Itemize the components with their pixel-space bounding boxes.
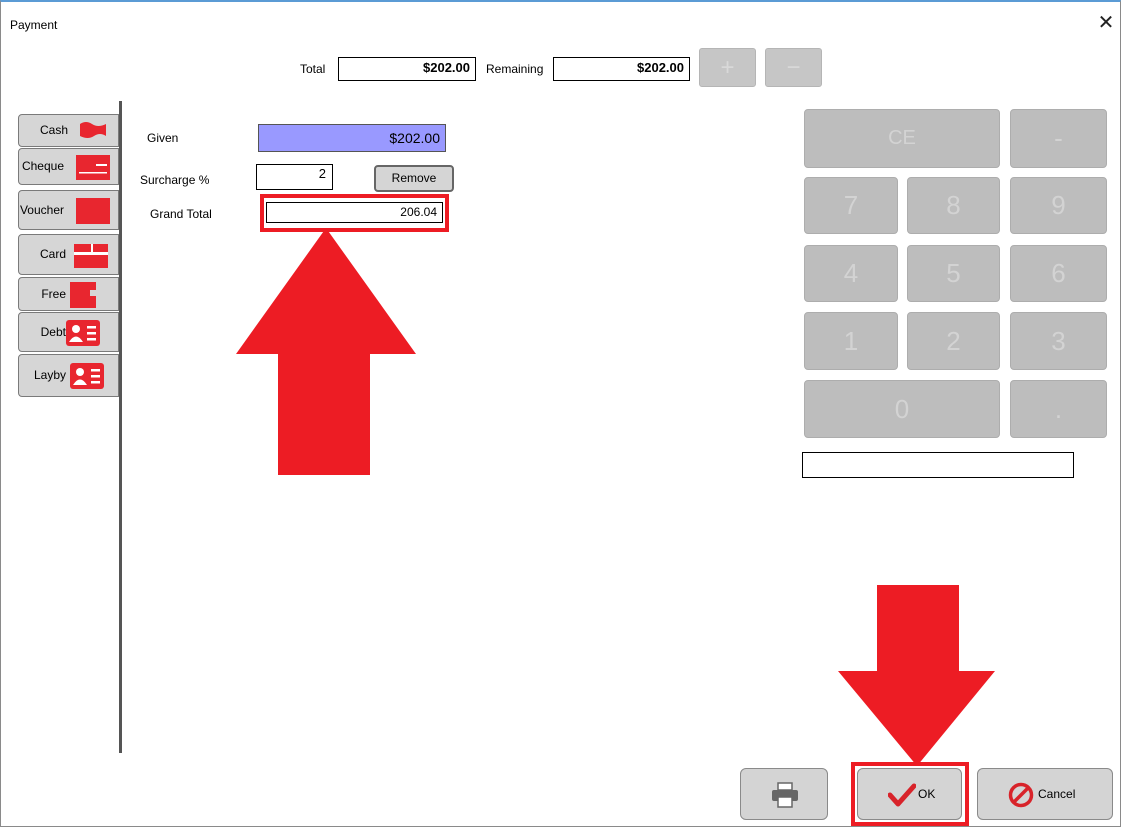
- minus-icon: −: [786, 54, 801, 81]
- voucher-icon: [76, 198, 110, 224]
- window-title: Payment: [10, 18, 58, 32]
- contact-card-icon: [70, 363, 104, 389]
- tab-label: Voucher: [19, 203, 64, 217]
- cancel-icon: [1008, 782, 1034, 808]
- cancel-button[interactable]: Cancel: [977, 768, 1113, 820]
- keypad-display-input[interactable]: [802, 452, 1074, 478]
- tab-debt[interactable]: Debt: [18, 312, 119, 352]
- keypad-9-button[interactable]: 9: [1010, 177, 1107, 234]
- annotation-arrow-down-icon: [838, 585, 995, 766]
- total-field: $202.00: [338, 57, 476, 81]
- remove-surcharge-button[interactable]: Remove: [374, 165, 454, 192]
- surcharge-label: Surcharge %: [140, 173, 210, 187]
- total-label: Total: [300, 62, 326, 76]
- ok-label: OK: [918, 787, 936, 801]
- remaining-field: $202.00: [553, 57, 690, 81]
- tab-cash[interactable]: Cash: [18, 114, 119, 147]
- printer-icon: [772, 782, 798, 808]
- add-payment-button[interactable]: +: [699, 48, 756, 87]
- keypad-6-button[interactable]: 6: [1010, 245, 1107, 302]
- given-label: Given: [147, 131, 179, 145]
- flag-icon: [80, 122, 106, 138]
- tab-cheque[interactable]: Cheque: [18, 148, 119, 185]
- tab-panel-divider: [119, 101, 122, 753]
- keypad-3-button[interactable]: 3: [1010, 312, 1107, 370]
- free-icon: [70, 282, 96, 308]
- keypad-4-button[interactable]: 4: [804, 245, 898, 302]
- surcharge-input[interactable]: 2: [256, 164, 333, 190]
- remove-payment-button[interactable]: −: [765, 48, 822, 87]
- keypad-clear-button[interactable]: CE: [804, 109, 1000, 168]
- tab-label: Cash: [39, 123, 68, 137]
- tab-label: Debt: [40, 325, 66, 339]
- tab-label: Cheque: [21, 159, 64, 173]
- keypad-minus-button[interactable]: -: [1010, 109, 1107, 168]
- grand-total-field: 206.04: [266, 202, 443, 223]
- keypad-8-button[interactable]: 8: [907, 177, 1000, 234]
- keypad-5-button[interactable]: 5: [907, 245, 1000, 302]
- close-icon[interactable]: ✕: [1095, 12, 1117, 34]
- contact-card-icon: [66, 320, 100, 346]
- keypad-1-button[interactable]: 1: [804, 312, 898, 370]
- given-input[interactable]: $202.00: [258, 124, 446, 152]
- tab-free[interactable]: Free: [18, 277, 119, 311]
- tab-label: Layby: [33, 368, 66, 382]
- tab-layby[interactable]: Layby: [18, 354, 119, 397]
- ok-button[interactable]: OK: [857, 768, 962, 820]
- card-icon: [74, 244, 108, 268]
- cancel-label: Cancel: [1038, 787, 1076, 801]
- keypad-decimal-button[interactable]: .: [1010, 380, 1107, 438]
- cheque-icon: [76, 155, 110, 180]
- tab-card[interactable]: Card: [18, 234, 119, 275]
- grand-total-label: Grand Total: [150, 207, 212, 221]
- keypad-0-button[interactable]: 0: [804, 380, 1000, 438]
- tab-voucher[interactable]: Voucher: [18, 190, 119, 230]
- remaining-label: Remaining: [486, 62, 544, 76]
- tab-label: Card: [39, 247, 66, 261]
- checkmark-icon: [888, 783, 916, 807]
- annotation-arrow-up-icon: [236, 228, 416, 475]
- tab-label: Free: [41, 287, 66, 301]
- keypad-7-button[interactable]: 7: [804, 177, 898, 234]
- keypad-2-button[interactable]: 2: [907, 312, 1000, 370]
- print-button[interactable]: [740, 768, 828, 820]
- plus-icon: +: [720, 54, 735, 81]
